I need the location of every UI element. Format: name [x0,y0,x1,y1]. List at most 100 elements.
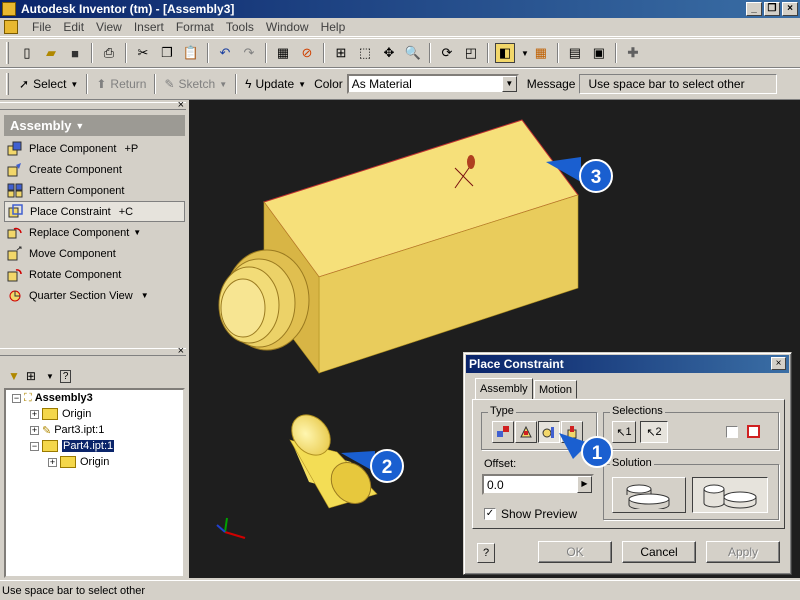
panel-item-replace-component[interactable]: Replace Component ▼ [4,222,185,243]
sketch-button[interactable]: ✎ Sketch ▼ [160,73,231,95]
replace-component-icon [7,225,23,240]
document-icon[interactable] [4,20,18,34]
panel-close-icon[interactable]: × [178,99,184,111]
redo-icon[interactable]: ↷ [239,43,259,63]
undo-icon[interactable]: ↶ [215,43,235,63]
save-icon[interactable]: ■ [65,43,85,63]
chevron-down-icon[interactable]: ▼ [141,291,149,300]
angle-constraint-button[interactable] [515,421,537,443]
window-title: Autodesk Inventor (tm) - [Assembly3] [21,2,235,16]
create-component-icon [7,162,23,177]
tree-item-part3[interactable]: + ✎ Part3.ipt:1 [6,422,183,438]
dialog-title-bar[interactable]: Place Constraint [466,355,789,373]
print-icon[interactable]: ⎙ [99,43,119,63]
ground-shadow-icon[interactable]: ▦ [531,43,551,63]
menu-view[interactable]: View [90,20,128,34]
color-label: Color [314,77,343,91]
part-folder-icon [42,440,58,452]
menu-tools[interactable]: Tools [220,20,260,34]
chevron-down-icon[interactable]: ▼ [133,228,141,237]
display-mode-dropdown-icon[interactable]: ▼ [521,49,529,58]
sketch-icon: ✎ [164,77,175,91]
no-entry-icon[interactable]: ⊘ [297,43,317,63]
panel-item-pattern-component[interactable]: Pattern Component [4,180,185,201]
update-button[interactable]: ϟ Update ▼ [241,73,310,95]
tree-item-part4[interactable]: − Part4.ipt:1 [6,438,183,454]
tab-panel: Type Selections ↖ 1 ↖ 2 Offset: 0.0 ▶ ✓ Sh… [472,399,785,529]
selection-2-button[interactable]: ↖ 2 [640,421,668,443]
new-icon[interactable]: ▯ [17,43,37,63]
zoom-window-icon[interactable]: ⬚ [355,43,375,63]
menu-help[interactable]: Help [315,20,352,34]
menu-format[interactable]: Format [170,20,220,34]
properties-icon[interactable]: ▣ [589,43,609,63]
chevron-right-icon[interactable]: ▶ [577,476,592,493]
color-combo[interactable]: As Material ▼ [346,74,519,94]
doc-minimize-button[interactable]: _ [746,2,762,16]
standard-toolbar: ▯ ▰ ■ ⎙ ✂ ❐ 📋 ↶ ↷ ▦ ⊘ ⊞ ⬚ ✥ 🔍 ⟳ ◰ ◧ ▼ ▦ … [0,38,800,68]
analysis-icon[interactable]: ▤ [565,43,585,63]
panel-header[interactable]: Assembly ▼ [4,115,185,136]
filter-icon[interactable]: ▼ [8,369,20,383]
zoom-all-icon[interactable]: ⊞ [331,43,351,63]
panel-item-create-component[interactable]: Create Component [4,159,185,180]
block-part[interactable] [218,119,579,374]
title-bar: Autodesk Inventor (tm) - [Assembly3] _ ❐… [0,0,800,18]
look-at-icon[interactable]: ◰ [461,43,481,63]
copy-icon[interactable]: ❐ [157,43,177,63]
panel-item-place-constraint[interactable]: Place Constraint +C [4,201,185,222]
pan-icon[interactable]: ✥ [379,43,399,63]
menu-file[interactable]: File [26,20,57,34]
apply-button[interactable]: Apply [706,541,780,563]
open-icon[interactable]: ▰ [41,43,61,63]
menu-window[interactable]: Window [260,20,315,34]
paste-icon[interactable]: 📋 [181,43,201,63]
offset-input[interactable]: 0.0 ▶ [482,474,594,495]
rotate-icon[interactable]: ⟳ [437,43,457,63]
status-text: Use space bar to select other [2,584,146,597]
first-click-checkbox[interactable] [726,426,738,438]
flush-solution-button[interactable] [692,477,768,513]
pick-part-first-icon[interactable] [744,421,764,443]
help-icon[interactable]: ? [477,543,495,563]
offset-label: Offset: [484,458,517,470]
tab-assembly[interactable]: Assembly [475,378,533,400]
panel-item-quarter-section-view[interactable]: Quarter Section View ▼ [4,285,185,306]
doc-restore-button[interactable]: ❐ [764,2,780,16]
dialog-close-button[interactable]: × [771,357,786,370]
panel-item-place-component[interactable]: Place Component +P [4,138,185,159]
tree-item-part4-origin[interactable]: + Origin [6,454,183,470]
return-icon: ⬆ [96,77,107,91]
select-button[interactable]: ➚ Select ▼ [15,73,82,95]
arrow-cursor-icon: ↖ [646,426,656,439]
doc-close-button[interactable]: × [782,2,798,16]
display-mode-icon[interactable]: ◧ [495,43,515,63]
browser-bar-grip[interactable]: × [0,345,186,357]
cut-icon[interactable]: ✂ [133,43,153,63]
tab-motion[interactable]: Motion [534,380,578,399]
return-button[interactable]: ⬆ Return [92,73,150,95]
panel-bar-grip[interactable]: × [0,99,186,111]
cancel-button[interactable]: Cancel [622,541,696,563]
calculator-icon[interactable]: ▦ [273,43,293,63]
mate-constraint-button[interactable] [492,421,514,443]
zoom-icon[interactable]: 🔍 [403,43,423,63]
tree-item-origin[interactable]: + Origin [6,406,183,422]
menu-edit[interactable]: Edit [57,20,90,34]
add-icon[interactable]: ✚ [623,43,643,63]
help-icon[interactable]: ? [59,369,72,383]
tree-view-icon[interactable]: ⊞ [26,369,36,383]
move-component-icon [7,246,23,261]
browser-close-icon[interactable]: × [178,345,184,357]
panel-item-rotate-component[interactable]: Rotate Component [4,264,185,285]
tangent-constraint-button[interactable] [538,421,560,443]
panel-item-move-component[interactable]: Move Component [4,243,185,264]
show-preview-checkbox[interactable]: ✓ [484,508,496,520]
ok-button[interactable]: OK [538,541,612,563]
message-label: Message [526,77,576,91]
chevron-down-icon[interactable]: ▼ [501,76,517,92]
tree-item-assembly[interactable]: − ⛶ Assembly3 [6,390,183,406]
mate-solution-button[interactable] [612,477,686,513]
menu-insert[interactable]: Insert [128,20,170,34]
menu-bar: File Edit View Insert Format Tools Windo… [0,2,800,37]
